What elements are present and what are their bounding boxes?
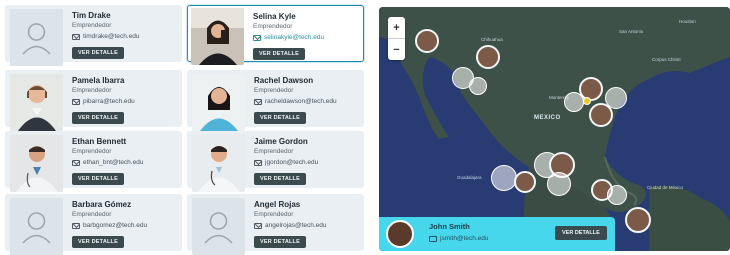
map-label: Corpus Christi xyxy=(652,57,681,62)
card-email: racheldawson@tech.edu xyxy=(254,97,360,106)
map-marker-placeholder[interactable] xyxy=(491,165,517,191)
map-marker-placeholder[interactable] xyxy=(547,172,571,196)
entrepreneur-card[interactable]: Angel Rojas Emprendedor angelrojas@tech.… xyxy=(187,194,364,255)
mail-icon xyxy=(254,98,262,105)
card-role: Emprendedor xyxy=(254,148,294,155)
card-email-text: pibarra@tech.edu xyxy=(83,98,135,105)
card-email: timdrake@tech.edu xyxy=(72,32,178,41)
card-role: Emprendedor xyxy=(72,22,112,29)
card-role: Emprendedor xyxy=(254,211,294,218)
map-marker-placeholder[interactable] xyxy=(564,92,584,112)
woman-phone-photo xyxy=(191,8,244,65)
popup-view-detail-button[interactable]: VER DETALLE xyxy=(555,226,607,240)
entrepreneur-card[interactable]: Jaime Gordon Emprendedor jgordon@tech.ed… xyxy=(187,131,364,192)
map-label-country: MEXICO xyxy=(534,115,561,121)
mail-icon xyxy=(253,34,261,41)
card-email: pibarra@tech.edu xyxy=(72,97,178,106)
view-detail-button[interactable]: VER DETALLE xyxy=(253,48,305,60)
card-name: Ethan Bennett xyxy=(72,137,127,146)
entrepreneur-card-selected[interactable]: Selina Kyle Emprendedor selinakyle@tech.… xyxy=(187,5,364,65)
card-email-text: selinakyle@tech.edu xyxy=(264,34,325,41)
view-detail-button[interactable]: VER DETALLE xyxy=(254,173,306,185)
mail-icon xyxy=(72,159,80,166)
card-name: Barbara Gómez xyxy=(72,200,132,209)
popup-email-text: jsmith@tech.edu xyxy=(440,235,489,242)
zoom-out-button[interactable]: − xyxy=(388,39,405,60)
card-name: Rachel Dawson xyxy=(254,76,314,85)
view-detail-button[interactable]: VER DETALLE xyxy=(72,47,124,59)
map-marker-photo[interactable] xyxy=(415,29,439,53)
map-marker-photo[interactable] xyxy=(476,45,500,69)
entrepreneur-card-grid: Tim Drake Emprendedor timdrake@tech.edu … xyxy=(0,0,372,255)
card-name: Jaime Gordon xyxy=(254,137,308,146)
card-email-text: angelrojas@tech.edu xyxy=(265,222,327,229)
card-role: Emprendedor xyxy=(72,87,112,94)
view-detail-button[interactable]: VER DETALLE xyxy=(72,112,124,124)
map-marker-photo[interactable] xyxy=(625,207,651,233)
map-label: Guadalajara xyxy=(457,175,482,180)
card-email-text: barbgomez@tech.edu xyxy=(83,222,148,229)
map-marker-placeholder[interactable] xyxy=(469,77,487,95)
map-label: Chihuahua xyxy=(481,37,503,42)
card-name: Selina Kyle xyxy=(253,12,296,21)
card-name: Angel Rojas xyxy=(254,200,301,209)
view-detail-button[interactable]: VER DETALLE xyxy=(72,173,124,185)
woman-photo xyxy=(192,74,245,131)
card-email: ethan_bnt@tech.edu xyxy=(72,158,178,167)
card-email: jgordon@tech.edu xyxy=(254,158,360,167)
mail-icon xyxy=(72,98,80,105)
avatar-placeholder-icon xyxy=(10,198,63,255)
card-name: Tim Drake xyxy=(72,11,111,20)
card-email-text: ethan_bnt@tech.edu xyxy=(83,159,144,166)
avatar-placeholder-icon xyxy=(10,9,63,66)
mail-icon xyxy=(254,222,262,229)
entrepreneur-card[interactable]: Barbara Gómez Emprendedor barbgomez@tech… xyxy=(5,194,182,255)
card-email-text: timdrake@tech.edu xyxy=(83,33,140,40)
entrepreneur-card[interactable]: Pamela Ibarra Emprendedor pibarra@tech.e… xyxy=(5,70,182,131)
zoom-control: + − xyxy=(388,17,405,60)
map-marker-selected[interactable] xyxy=(583,97,591,105)
map-label: San Antonio xyxy=(619,29,644,34)
mail-icon xyxy=(72,222,80,229)
zoom-in-button[interactable]: + xyxy=(388,17,405,39)
doctor-photo xyxy=(192,135,245,192)
map-label: Ciudad de México xyxy=(647,185,684,190)
map-marker-placeholder[interactable] xyxy=(607,185,627,205)
mail-icon xyxy=(72,33,80,40)
card-email-text: racheldawson@tech.edu xyxy=(265,98,337,105)
card-email: barbgomez@tech.edu xyxy=(72,221,178,230)
card-name: Pamela Ibarra xyxy=(72,76,125,85)
popup-name: John Smith xyxy=(429,222,470,231)
woman-photo xyxy=(10,74,63,131)
avatar xyxy=(386,220,414,248)
doctor-photo xyxy=(10,135,63,192)
view-detail-button[interactable]: VER DETALLE xyxy=(72,236,124,248)
map-marker-photo[interactable] xyxy=(589,103,613,127)
selected-entrepreneur-popup[interactable]: John Smith jsmith@tech.edu VER DETALLE xyxy=(379,217,615,251)
view-detail-button[interactable]: VER DETALLE xyxy=(254,236,306,248)
card-role: Emprendedor xyxy=(72,148,112,155)
card-email: selinakyle@tech.edu xyxy=(253,33,359,42)
map-label: Houston xyxy=(679,19,696,24)
card-email-text: jgordon@tech.edu xyxy=(265,159,319,166)
entrepreneur-card[interactable]: Ethan Bennett Emprendedor ethan_bnt@tech… xyxy=(5,131,182,192)
map-marker-photo[interactable] xyxy=(514,171,536,193)
card-role: Emprendedor xyxy=(72,211,112,218)
entrepreneur-card[interactable]: Rachel Dawson Emprendedor racheldawson@t… xyxy=(187,70,364,131)
popup-email: jsmith@tech.edu xyxy=(429,235,489,242)
mail-icon xyxy=(254,159,262,166)
entrepreneur-card[interactable]: Tim Drake Emprendedor timdrake@tech.edu … xyxy=(5,5,182,66)
card-role: Emprendedor xyxy=(253,23,293,30)
map-view[interactable]: + − Houston San Antonio Corpus Christi C… xyxy=(379,7,730,251)
view-detail-button[interactable]: VER DETALLE xyxy=(254,112,306,124)
card-role: Emprendedor xyxy=(254,87,294,94)
avatar-placeholder-icon xyxy=(192,198,245,255)
card-email: angelrojas@tech.edu xyxy=(254,221,360,230)
mail-icon xyxy=(429,235,437,242)
